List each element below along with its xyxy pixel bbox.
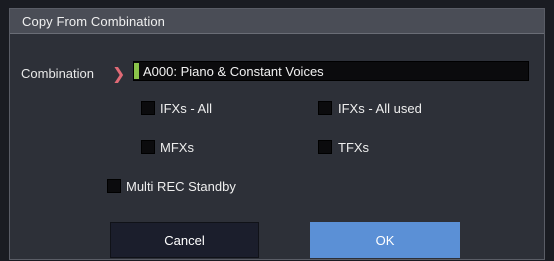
ok-button[interactable]: OK: [310, 222, 460, 258]
chevron-right-icon: ❯: [112, 66, 126, 83]
combination-select[interactable]: A000: Piano & Constant Voices: [133, 61, 529, 81]
ok-button-label: OK: [375, 232, 395, 248]
ifxs-all-used-label: IFXs - All used: [338, 101, 422, 116]
selection-marker: [134, 63, 139, 79]
tfxs-label: TFXs: [338, 140, 370, 155]
ifxs-all-checkbox[interactable]: [141, 101, 155, 115]
copy-from-combination-dialog: Copy From Combination Combination ❯ A000…: [9, 8, 545, 260]
tfxs-checkbox[interactable]: [318, 140, 332, 154]
cancel-button-label: Cancel: [164, 232, 205, 248]
ifxs-all-label: IFXs - All: [160, 101, 213, 116]
mfxs-label: MFXs: [160, 140, 194, 155]
ifxs-all-used-checkbox[interactable]: [318, 101, 332, 115]
dialog-titlebar: Copy From Combination: [10, 9, 544, 34]
cancel-button[interactable]: Cancel: [110, 222, 259, 258]
mfxs-checkbox[interactable]: [141, 140, 155, 154]
multi-rec-standby-label: Multi REC Standby: [126, 179, 236, 194]
combination-value: A000: Piano & Constant Voices: [143, 64, 324, 79]
dialog-title: Copy From Combination: [22, 14, 165, 29]
multi-rec-standby-checkbox[interactable]: [107, 179, 121, 193]
combination-label: Combination: [21, 66, 94, 81]
